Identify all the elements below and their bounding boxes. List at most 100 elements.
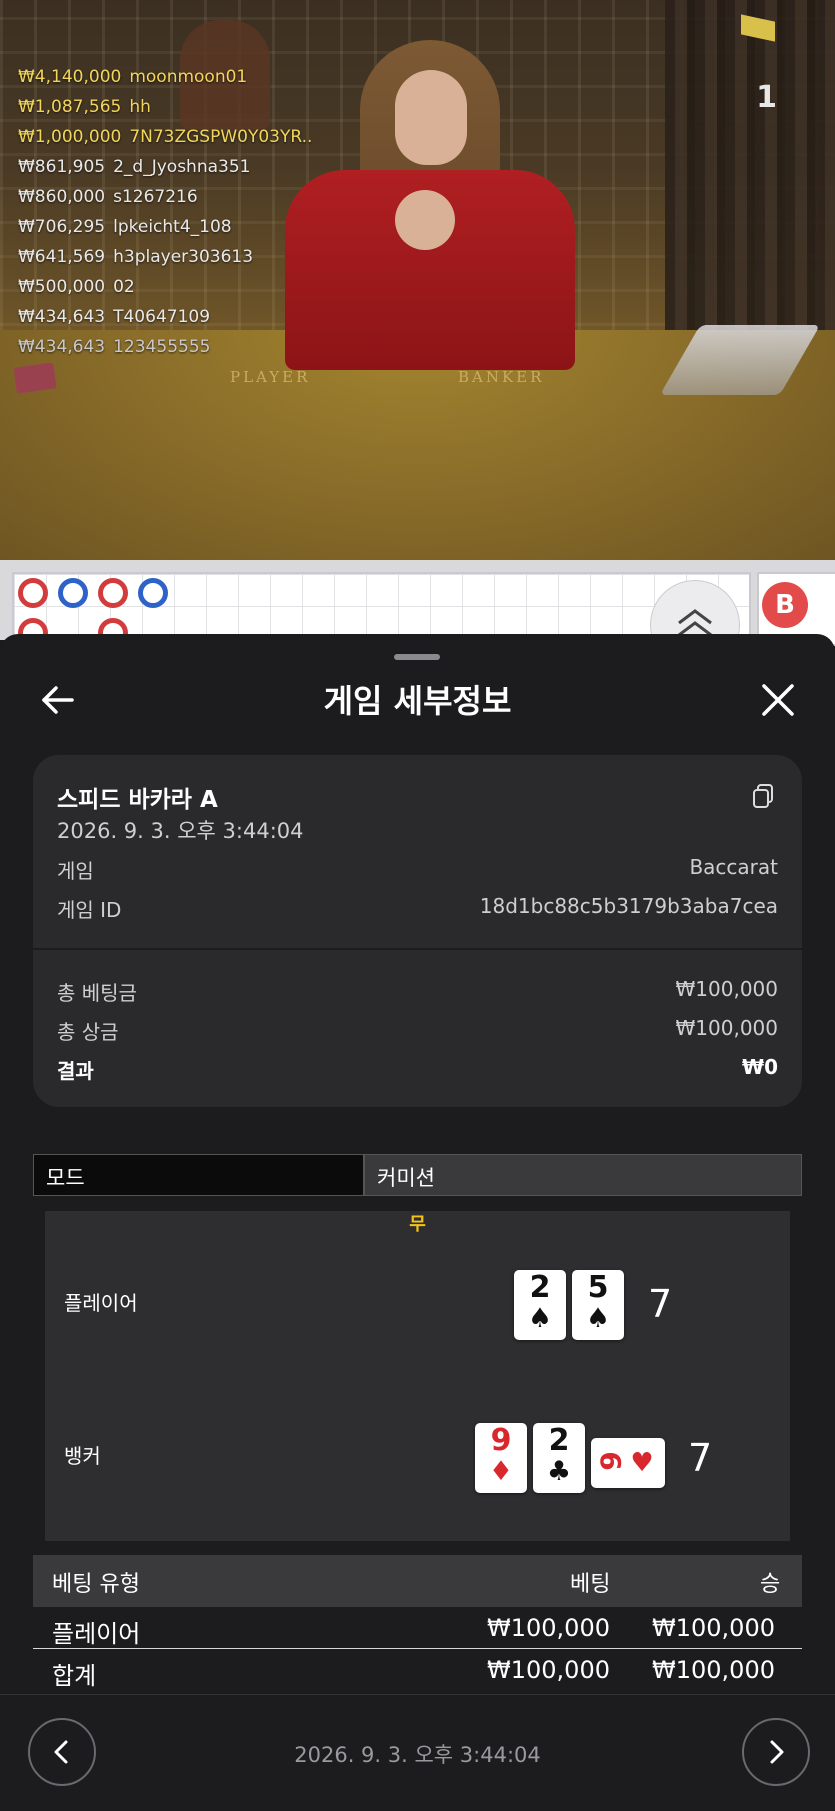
table-label-banker: BANKER — [458, 368, 545, 386]
total-row-type: 합계 — [52, 1662, 97, 1690]
leaderboard-user: s1267216 — [113, 187, 198, 207]
close-button[interactable] — [758, 680, 798, 720]
sheet-title: 게임 세부정보 — [323, 682, 512, 720]
leaderboard-row: ₩434,643 123455555 — [18, 332, 312, 362]
mode-label: 모드 — [46, 1166, 85, 1190]
table-row-divider — [33, 1648, 802, 1649]
leaderboard-user: T40647109 — [113, 307, 211, 327]
leaderboard-user: moonmoon01 — [129, 67, 248, 87]
card-rank: 6 — [594, 1451, 627, 1471]
card-rank: 2 — [529, 1270, 551, 1305]
copy-icon — [753, 784, 773, 808]
field-label-game: 게임 — [57, 859, 94, 883]
banker-card-2: 2 ♣ — [533, 1423, 585, 1493]
leaderboard-user: 02 — [113, 277, 135, 297]
bead-banker — [18, 578, 48, 608]
leaderboard-row: ₩706,295 lpkeicht4_108 — [18, 212, 312, 242]
spade-icon: ♠ — [527, 1303, 553, 1334]
game-time: 2026. 9. 3. 오후 3:44:04 — [57, 819, 304, 843]
leaderboard-amount: ₩1,087,565 — [18, 97, 122, 117]
leaderboard-user: 7N73ZGSPW0Y03YR.. — [129, 127, 313, 147]
win-header: 승 — [760, 1572, 781, 1597]
result-value: ₩0 — [742, 1055, 778, 1079]
leaderboard-row: ₩434,643 T40647109 — [18, 302, 312, 332]
banker-card-1: 9 ♦ — [475, 1423, 527, 1493]
player-card-1: 2 ♠ — [514, 1270, 566, 1340]
banker-score: 7 — [688, 1436, 713, 1480]
live-video: PLAYER BANKER 1 ₩4,140,000 moonmoon01 ₩1,0… — [0, 0, 835, 560]
card-rank: 5 — [587, 1270, 609, 1305]
total-bet-label: 총 베팅금 — [57, 981, 137, 1005]
leaderboard-amount: ₩706,295 — [18, 217, 106, 237]
leaderboard-user: hh — [129, 97, 151, 117]
leaderboard-row: ₩860,000 s1267216 — [18, 182, 312, 212]
bet-row-type: 플레이어 — [52, 1620, 141, 1648]
commission-cell: 커미션 — [364, 1154, 802, 1196]
leaderboard-user: h3player303613 — [113, 247, 254, 267]
leaderboard-amount: ₩434,643 — [18, 337, 106, 357]
player-card-2: 5 ♠ — [572, 1270, 624, 1340]
diamond-icon: ♦ — [488, 1456, 514, 1487]
total-payout-value: ₩100,000 — [675, 1016, 778, 1040]
result-label: 결과 — [57, 1059, 94, 1083]
commission-label: 커미션 — [377, 1166, 435, 1190]
leaderboard-user: lpkeicht4_108 — [113, 217, 232, 237]
table-label-player: PLAYER — [230, 368, 311, 386]
chevron-right-icon — [770, 1740, 784, 1764]
game-name: 스피드 바카라 A — [57, 787, 218, 813]
round-number: 1 — [756, 80, 777, 115]
dealer-face — [395, 70, 467, 165]
leaderboard-row: ₩1,000,000 7N73ZGSPW0Y03YR.. — [18, 122, 312, 152]
spade-icon: ♠ — [585, 1303, 611, 1334]
card-stack — [13, 362, 57, 394]
drag-handle[interactable] — [394, 654, 440, 660]
field-label-game-id: 게임 ID — [57, 898, 122, 922]
total-bet-value: ₩100,000 — [675, 977, 778, 1001]
dealer-neckline — [395, 190, 455, 250]
leaderboard-amount: ₩861,905 — [18, 157, 106, 177]
close-icon — [762, 684, 794, 716]
bet-row-amount: ₩100,000 — [487, 1614, 610, 1642]
banker-label: 뱅커 — [64, 1444, 101, 1468]
bead-player — [138, 578, 168, 608]
round-result-panel — [45, 1211, 790, 1541]
leaderboard-amount: ₩4,140,000 — [18, 67, 122, 87]
leaderboard-amount: ₩434,643 — [18, 307, 106, 327]
heart-icon: ♥ — [630, 1448, 654, 1478]
leaderboard-row: ₩861,905 2_d_Jyoshna351 — [18, 152, 312, 182]
bead-player — [58, 578, 88, 608]
bet-amount-header: 베팅 — [570, 1572, 611, 1597]
footer-round-time: 2026. 9. 3. 오후 3:44:04 — [294, 1743, 541, 1767]
leaderboard-row: ₩641,569 h3player303613 — [18, 242, 312, 272]
leaderboard-amount: ₩860,000 — [18, 187, 106, 207]
winners-leaderboard: ₩4,140,000 moonmoon01 ₩1,087,565 hh ₩1,000,0… — [18, 62, 312, 362]
bet-table-header — [33, 1555, 802, 1607]
player-score: 7 — [648, 1282, 673, 1326]
field-value-game: Baccarat — [689, 855, 778, 879]
card-rank: 9 — [490, 1423, 512, 1458]
leaderboard-user: 2_d_Jyoshna351 — [113, 157, 251, 177]
leaderboard-amount: ₩1,000,000 — [18, 127, 122, 147]
leaderboard-amount: ₩500,000 — [18, 277, 106, 297]
bead-banker — [98, 578, 128, 608]
leaderboard-row: ₩1,087,565 hh — [18, 92, 312, 122]
banker-card-3: 6 ♥ — [591, 1438, 665, 1488]
leaderboard-amount: ₩641,569 — [18, 247, 106, 267]
leaderboard-user: 123455555 — [113, 337, 211, 357]
leaderboard-row: ₩500,000 02 — [18, 272, 312, 302]
result-tag-tie: 무 — [409, 1214, 426, 1235]
total-payout-label: 총 상금 — [57, 1020, 119, 1044]
banker-badge: B — [762, 582, 808, 628]
leaderboard-row: ₩4,140,000 moonmoon01 — [18, 62, 312, 92]
total-row-win: ₩100,000 — [652, 1656, 775, 1684]
bet-row-win: ₩100,000 — [652, 1614, 775, 1642]
total-row-amount: ₩100,000 — [487, 1656, 610, 1684]
card-divider — [33, 948, 802, 950]
copy-button[interactable] — [752, 784, 774, 808]
player-label: 플레이어 — [64, 1291, 138, 1315]
field-value-game-id[interactable]: 18d1bc88c5b3179b3aba7cea — [480, 894, 778, 918]
next-round-button[interactable] — [742, 1718, 810, 1786]
card-rank: 2 — [548, 1423, 570, 1458]
bet-type-header: 베팅 유형 — [52, 1572, 140, 1597]
club-icon: ♣ — [546, 1456, 572, 1487]
